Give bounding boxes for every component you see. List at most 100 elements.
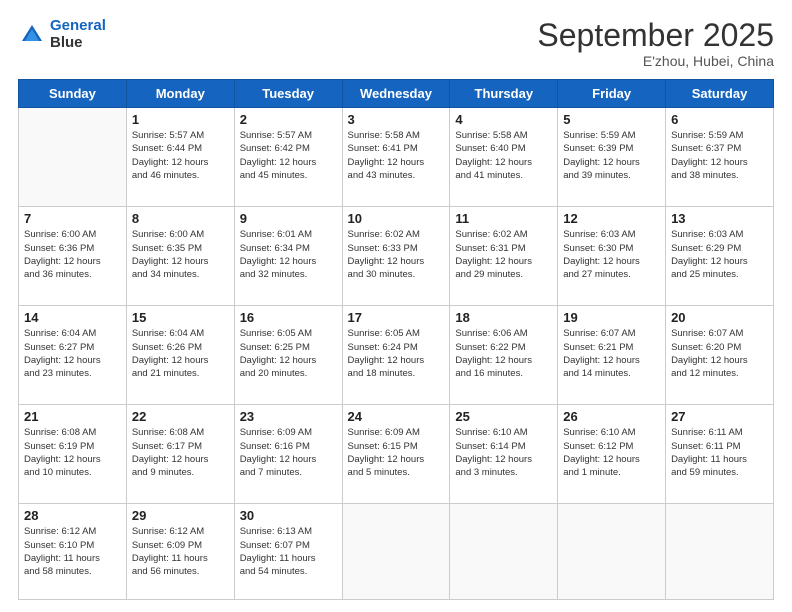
- day-number: 18: [455, 310, 552, 325]
- header: General Blue September 2025 E'zhou, Hube…: [18, 18, 774, 69]
- day-info: Sunrise: 6:07 AM Sunset: 6:20 PM Dayligh…: [671, 327, 768, 380]
- logo: General Blue: [18, 18, 106, 51]
- day-number: 11: [455, 211, 552, 226]
- day-number: 2: [240, 112, 337, 127]
- day-number: 7: [24, 211, 121, 226]
- day-info: Sunrise: 6:08 AM Sunset: 6:17 PM Dayligh…: [132, 426, 229, 479]
- day-info: Sunrise: 6:02 AM Sunset: 6:33 PM Dayligh…: [348, 228, 445, 281]
- title-block: September 2025 E'zhou, Hubei, China: [537, 18, 774, 69]
- calendar-week-row: 1 Sunrise: 5:57 AM Sunset: 6:44 PM Daylig…: [19, 108, 774, 207]
- day-info: Sunrise: 6:09 AM Sunset: 6:16 PM Dayligh…: [240, 426, 337, 479]
- logo-text: General Blue: [50, 18, 106, 51]
- day-number: 21: [24, 409, 121, 424]
- calendar-week-row: 7 Sunrise: 6:00 AM Sunset: 6:36 PM Daylig…: [19, 207, 774, 306]
- day-number: 8: [132, 211, 229, 226]
- day-header-friday: Friday: [558, 80, 666, 108]
- day-info: Sunrise: 5:58 AM Sunset: 6:40 PM Dayligh…: [455, 129, 552, 182]
- calendar-cell: 25 Sunrise: 6:10 AM Sunset: 6:14 PM Dayli…: [450, 405, 558, 504]
- day-info: Sunrise: 6:04 AM Sunset: 6:27 PM Dayligh…: [24, 327, 121, 380]
- day-info: Sunrise: 5:57 AM Sunset: 6:44 PM Dayligh…: [132, 129, 229, 182]
- day-number: 19: [563, 310, 660, 325]
- month-title: September 2025: [537, 18, 774, 53]
- calendar-week-row: 28 Sunrise: 6:12 AM Sunset: 6:10 PM Dayli…: [19, 504, 774, 600]
- day-info: Sunrise: 6:11 AM Sunset: 6:11 PM Dayligh…: [671, 426, 768, 479]
- calendar-cell: 29 Sunrise: 6:12 AM Sunset: 6:09 PM Dayli…: [126, 504, 234, 600]
- calendar-cell: 26 Sunrise: 6:10 AM Sunset: 6:12 PM Dayli…: [558, 405, 666, 504]
- day-number: 30: [240, 508, 337, 523]
- calendar-cell: 16Sunrise: 6:05 AM Sunset: 6:25 PM Dayli…: [234, 306, 342, 405]
- day-info: Sunrise: 6:12 AM Sunset: 6:10 PM Dayligh…: [24, 525, 121, 578]
- day-number: 16: [240, 310, 337, 325]
- day-info: Sunrise: 6:07 AM Sunset: 6:21 PM Dayligh…: [563, 327, 660, 380]
- day-info: Sunrise: 6:00 AM Sunset: 6:36 PM Dayligh…: [24, 228, 121, 281]
- day-number: 9: [240, 211, 337, 226]
- calendar-cell: [666, 504, 774, 600]
- day-info: Sunrise: 6:02 AM Sunset: 6:31 PM Dayligh…: [455, 228, 552, 281]
- day-number: 15: [132, 310, 229, 325]
- day-number: 25: [455, 409, 552, 424]
- calendar-cell: [342, 504, 450, 600]
- day-number: 3: [348, 112, 445, 127]
- calendar-cell: [19, 108, 127, 207]
- logo-icon: [18, 21, 46, 49]
- day-number: 12: [563, 211, 660, 226]
- day-header-saturday: Saturday: [666, 80, 774, 108]
- subtitle: E'zhou, Hubei, China: [537, 53, 774, 69]
- day-number: 5: [563, 112, 660, 127]
- day-info: Sunrise: 6:03 AM Sunset: 6:29 PM Dayligh…: [671, 228, 768, 281]
- day-number: 24: [348, 409, 445, 424]
- day-info: Sunrise: 6:10 AM Sunset: 6:12 PM Dayligh…: [563, 426, 660, 479]
- calendar-cell: 27Sunrise: 6:11 AM Sunset: 6:11 PM Dayli…: [666, 405, 774, 504]
- calendar-cell: [450, 504, 558, 600]
- day-info: Sunrise: 6:06 AM Sunset: 6:22 PM Dayligh…: [455, 327, 552, 380]
- calendar-cell: 3 Sunrise: 5:58 AM Sunset: 6:41 PM Daylig…: [342, 108, 450, 207]
- calendar-cell: 19 Sunrise: 6:07 AM Sunset: 6:21 PM Dayli…: [558, 306, 666, 405]
- calendar-header-row: SundayMondayTuesdayWednesdayThursdayFrid…: [19, 80, 774, 108]
- day-info: Sunrise: 6:03 AM Sunset: 6:30 PM Dayligh…: [563, 228, 660, 281]
- calendar-cell: 30 Sunrise: 6:13 AM Sunset: 6:07 PM Dayli…: [234, 504, 342, 600]
- calendar-cell: 28 Sunrise: 6:12 AM Sunset: 6:10 PM Dayli…: [19, 504, 127, 600]
- day-info: Sunrise: 6:09 AM Sunset: 6:15 PM Dayligh…: [348, 426, 445, 479]
- calendar-cell: 17 Sunrise: 6:05 AM Sunset: 6:24 PM Dayli…: [342, 306, 450, 405]
- day-number: 14: [24, 310, 121, 325]
- day-info: Sunrise: 6:08 AM Sunset: 6:19 PM Dayligh…: [24, 426, 121, 479]
- calendar-cell: 14 Sunrise: 6:04 AM Sunset: 6:27 PM Dayli…: [19, 306, 127, 405]
- day-number: 13: [671, 211, 768, 226]
- calendar-week-row: 21 Sunrise: 6:08 AM Sunset: 6:19 PM Dayli…: [19, 405, 774, 504]
- calendar-cell: 10Sunrise: 6:02 AM Sunset: 6:33 PM Dayli…: [342, 207, 450, 306]
- day-info: Sunrise: 5:58 AM Sunset: 6:41 PM Dayligh…: [348, 129, 445, 182]
- day-header-thursday: Thursday: [450, 80, 558, 108]
- calendar-cell: 12 Sunrise: 6:03 AM Sunset: 6:30 PM Dayli…: [558, 207, 666, 306]
- calendar-cell: 22 Sunrise: 6:08 AM Sunset: 6:17 PM Dayli…: [126, 405, 234, 504]
- calendar-cell: 13 Sunrise: 6:03 AM Sunset: 6:29 PM Dayli…: [666, 207, 774, 306]
- day-number: 26: [563, 409, 660, 424]
- day-number: 28: [24, 508, 121, 523]
- calendar-cell: 20 Sunrise: 6:07 AM Sunset: 6:20 PM Dayli…: [666, 306, 774, 405]
- day-header-wednesday: Wednesday: [342, 80, 450, 108]
- day-number: 17: [348, 310, 445, 325]
- day-number: 23: [240, 409, 337, 424]
- day-number: 1: [132, 112, 229, 127]
- calendar-table: SundayMondayTuesdayWednesdayThursdayFrid…: [18, 79, 774, 600]
- day-info: Sunrise: 6:04 AM Sunset: 6:26 PM Dayligh…: [132, 327, 229, 380]
- day-number: 20: [671, 310, 768, 325]
- calendar-cell: 7 Sunrise: 6:00 AM Sunset: 6:36 PM Daylig…: [19, 207, 127, 306]
- calendar-cell: 6Sunrise: 5:59 AM Sunset: 6:37 PM Daylig…: [666, 108, 774, 207]
- calendar-week-row: 14 Sunrise: 6:04 AM Sunset: 6:27 PM Dayli…: [19, 306, 774, 405]
- calendar-cell: 23 Sunrise: 6:09 AM Sunset: 6:16 PM Dayli…: [234, 405, 342, 504]
- day-info: Sunrise: 6:10 AM Sunset: 6:14 PM Dayligh…: [455, 426, 552, 479]
- day-info: Sunrise: 6:05 AM Sunset: 6:24 PM Dayligh…: [348, 327, 445, 380]
- day-number: 22: [132, 409, 229, 424]
- calendar-cell: 24 Sunrise: 6:09 AM Sunset: 6:15 PM Dayli…: [342, 405, 450, 504]
- day-info: Sunrise: 6:12 AM Sunset: 6:09 PM Dayligh…: [132, 525, 229, 578]
- calendar-cell: 9Sunrise: 6:01 AM Sunset: 6:34 PM Daylig…: [234, 207, 342, 306]
- day-number: 29: [132, 508, 229, 523]
- day-info: Sunrise: 5:59 AM Sunset: 6:39 PM Dayligh…: [563, 129, 660, 182]
- calendar-cell: 2Sunrise: 5:57 AM Sunset: 6:42 PM Daylig…: [234, 108, 342, 207]
- calendar-cell: 4 Sunrise: 5:58 AM Sunset: 6:40 PM Daylig…: [450, 108, 558, 207]
- day-number: 4: [455, 112, 552, 127]
- logo-line1: General: [50, 17, 106, 34]
- day-info: Sunrise: 6:13 AM Sunset: 6:07 PM Dayligh…: [240, 525, 337, 578]
- calendar-cell: 18 Sunrise: 6:06 AM Sunset: 6:22 PM Dayli…: [450, 306, 558, 405]
- calendar-cell: 11 Sunrise: 6:02 AM Sunset: 6:31 PM Dayli…: [450, 207, 558, 306]
